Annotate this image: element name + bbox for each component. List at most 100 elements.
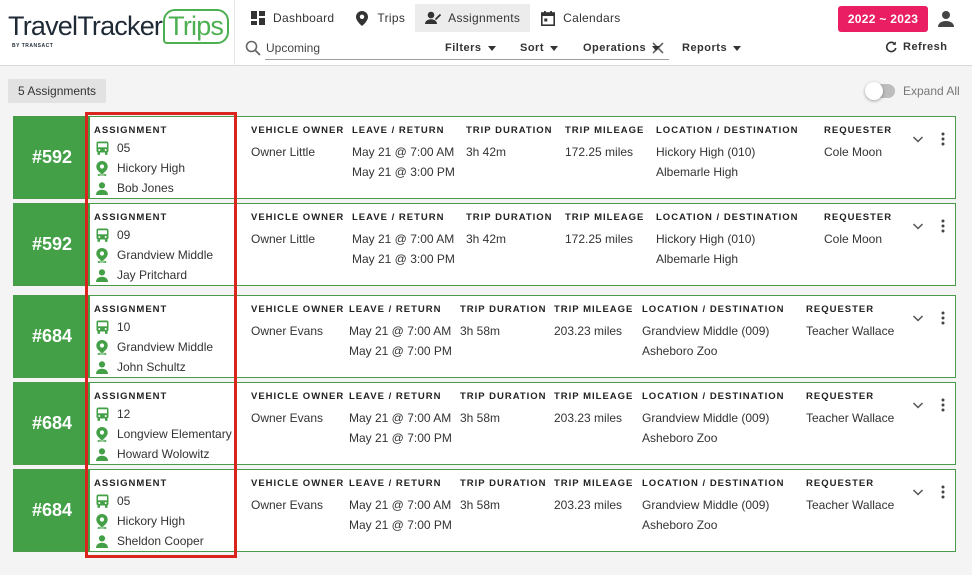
requester-header: REQUESTER: [806, 391, 875, 402]
user-account-icon[interactable]: [936, 9, 956, 29]
destination-value: Albemarle High: [656, 252, 739, 266]
leave-time: May 21 @ 7:00 AM: [352, 145, 455, 159]
requester-header: REQUESTER: [806, 304, 875, 315]
school-pin-icon: [95, 160, 109, 176]
trip-number[interactable]: #684: [14, 470, 90, 551]
return-time: May 21 @ 3:00 PM: [352, 252, 455, 266]
bus-icon: [95, 228, 109, 242]
expand-all-toggle[interactable]: Expand All: [865, 82, 960, 100]
vehicle-owner-header: VEHICLE OWNER: [251, 304, 345, 315]
more-options-icon[interactable]: [940, 484, 946, 500]
operations-label: Operations: [583, 42, 647, 54]
assigned-school: Longview Elementary: [95, 426, 232, 442]
leave-return-header: LEAVE / RETURN: [349, 478, 442, 489]
leave-return-header: LEAVE / RETURN: [352, 125, 445, 136]
school-name: Hickory High: [117, 161, 186, 175]
tab-trips[interactable]: Trips: [344, 4, 415, 32]
more-options-icon[interactable]: [940, 218, 946, 234]
sort-menu[interactable]: Sort: [520, 42, 558, 54]
expand-chevron-icon[interactable]: [912, 311, 924, 323]
assignment-card[interactable]: #592 ASSIGNMENT 09 Grandview Middle Jay …: [13, 203, 956, 286]
app-logo[interactable]: TravelTracker Trips BY TRANSACT: [8, 9, 230, 62]
requester-header: REQUESTER: [824, 212, 893, 223]
tab-dashboard-label: Dashboard: [273, 11, 335, 25]
trip-number[interactable]: #592: [14, 117, 90, 198]
person-icon: [95, 534, 109, 548]
vehicle-owner-value: Owner Evans: [251, 411, 324, 425]
expand-chevron-icon[interactable]: [912, 485, 924, 497]
trip-duration-value: 3h 58m: [460, 411, 501, 425]
chevron-down-icon: [487, 45, 496, 51]
requester-header: REQUESTER: [806, 478, 875, 489]
more-options-icon[interactable]: [940, 131, 946, 147]
leave-return-header: LEAVE / RETURN: [349, 391, 442, 402]
tab-assignments[interactable]: Assignments: [415, 4, 531, 32]
school-pin-icon: [95, 247, 109, 263]
requester-value: Cole Moon: [824, 232, 883, 246]
refresh-button[interactable]: Refresh: [885, 41, 947, 53]
operations-menu[interactable]: Operations: [583, 42, 661, 54]
expand-chevron-icon[interactable]: [912, 132, 924, 144]
driver-name: John Schultz: [117, 360, 186, 374]
tab-dashboard[interactable]: Dashboard: [240, 4, 344, 32]
brand-name-part2: Trips: [163, 9, 230, 44]
expand-chevron-icon[interactable]: [912, 219, 924, 231]
main-nav: Dashboard Trips Assignments Calendars: [240, 4, 631, 32]
vehicle-owner-value: Owner Little: [251, 145, 316, 159]
toggle-switch[interactable]: [865, 82, 895, 100]
chevron-down-icon: [733, 45, 742, 51]
return-time: May 21 @ 3:00 PM: [352, 165, 455, 179]
bus-icon: [95, 494, 109, 508]
return-time: May 21 @ 7:00 PM: [349, 431, 452, 445]
assigned-bus: 05: [95, 141, 130, 155]
trip-duration-value: 3h 42m: [466, 232, 507, 246]
filters-menu[interactable]: Filters: [445, 42, 496, 54]
location-destination-header: LOCATION / DESTINATION: [656, 212, 799, 223]
assigned-driver: Bob Jones: [95, 181, 174, 195]
trip-number[interactable]: #684: [14, 296, 90, 377]
assignment-card[interactable]: #592 ASSIGNMENT 05 Hickory High Bob Jone…: [13, 116, 956, 199]
tab-calendars[interactable]: Calendars: [530, 4, 630, 32]
trip-mileage-header: TRIP MILEAGE: [554, 304, 634, 315]
assignment-count-chip: 5 Assignments: [8, 79, 107, 103]
requester-header: REQUESTER: [824, 125, 893, 136]
dashboard-icon: [250, 10, 266, 26]
trip-duration-value: 3h 42m: [466, 145, 507, 159]
bus-number: 09: [117, 228, 131, 242]
reports-menu[interactable]: Reports: [682, 42, 742, 54]
school-year-button[interactable]: 2022 ~ 2023: [838, 6, 928, 32]
trip-number[interactable]: #684: [14, 383, 90, 464]
assignment-card[interactable]: #684 ASSIGNMENT 12 Longview Elementary H…: [13, 382, 956, 465]
expand-all-label: Expand All: [903, 84, 960, 98]
app-header: TravelTracker Trips BY TRANSACT Dashboard…: [0, 0, 972, 66]
search-toolbar: Filters Sort Operations Reports Refresh: [235, 36, 972, 62]
trip-number[interactable]: #592: [14, 204, 90, 285]
trip-duration-header: TRIP DURATION: [460, 304, 547, 315]
calendar-icon: [540, 10, 556, 26]
location-value: Hickory High (010): [656, 232, 756, 246]
more-options-icon[interactable]: [940, 310, 946, 326]
location-pin-icon: [354, 10, 370, 26]
expand-chevron-icon[interactable]: [912, 398, 924, 410]
trip-duration-header: TRIP DURATION: [460, 391, 547, 402]
tab-calendars-label: Calendars: [563, 11, 621, 25]
person-icon: [95, 181, 109, 195]
assignment-card[interactable]: #684 ASSIGNMENT 10 Grandview Middle John…: [13, 295, 956, 378]
school-name: Longview Elementary: [117, 427, 232, 441]
trip-mileage-header: TRIP MILEAGE: [565, 212, 645, 223]
sort-label: Sort: [520, 42, 544, 54]
school-pin-icon: [95, 513, 109, 529]
refresh-label: Refresh: [903, 41, 948, 53]
bus-number: 12: [117, 407, 131, 421]
assignment-header: ASSIGNMENT: [94, 304, 168, 315]
assigned-bus: 10: [95, 320, 130, 334]
bus-icon: [95, 141, 109, 155]
location-value: Grandview Middle (009): [642, 411, 770, 425]
leave-time: May 21 @ 7:00 AM: [349, 411, 452, 425]
location-destination-header: LOCATION / DESTINATION: [642, 391, 785, 402]
assigned-school: Grandview Middle: [95, 247, 213, 263]
assignment-card[interactable]: #684 ASSIGNMENT 05 Hickory High Sheldon …: [13, 469, 956, 552]
trip-mileage-header: TRIP MILEAGE: [554, 391, 634, 402]
trip-duration-header: TRIP DURATION: [466, 125, 553, 136]
more-options-icon[interactable]: [940, 397, 946, 413]
